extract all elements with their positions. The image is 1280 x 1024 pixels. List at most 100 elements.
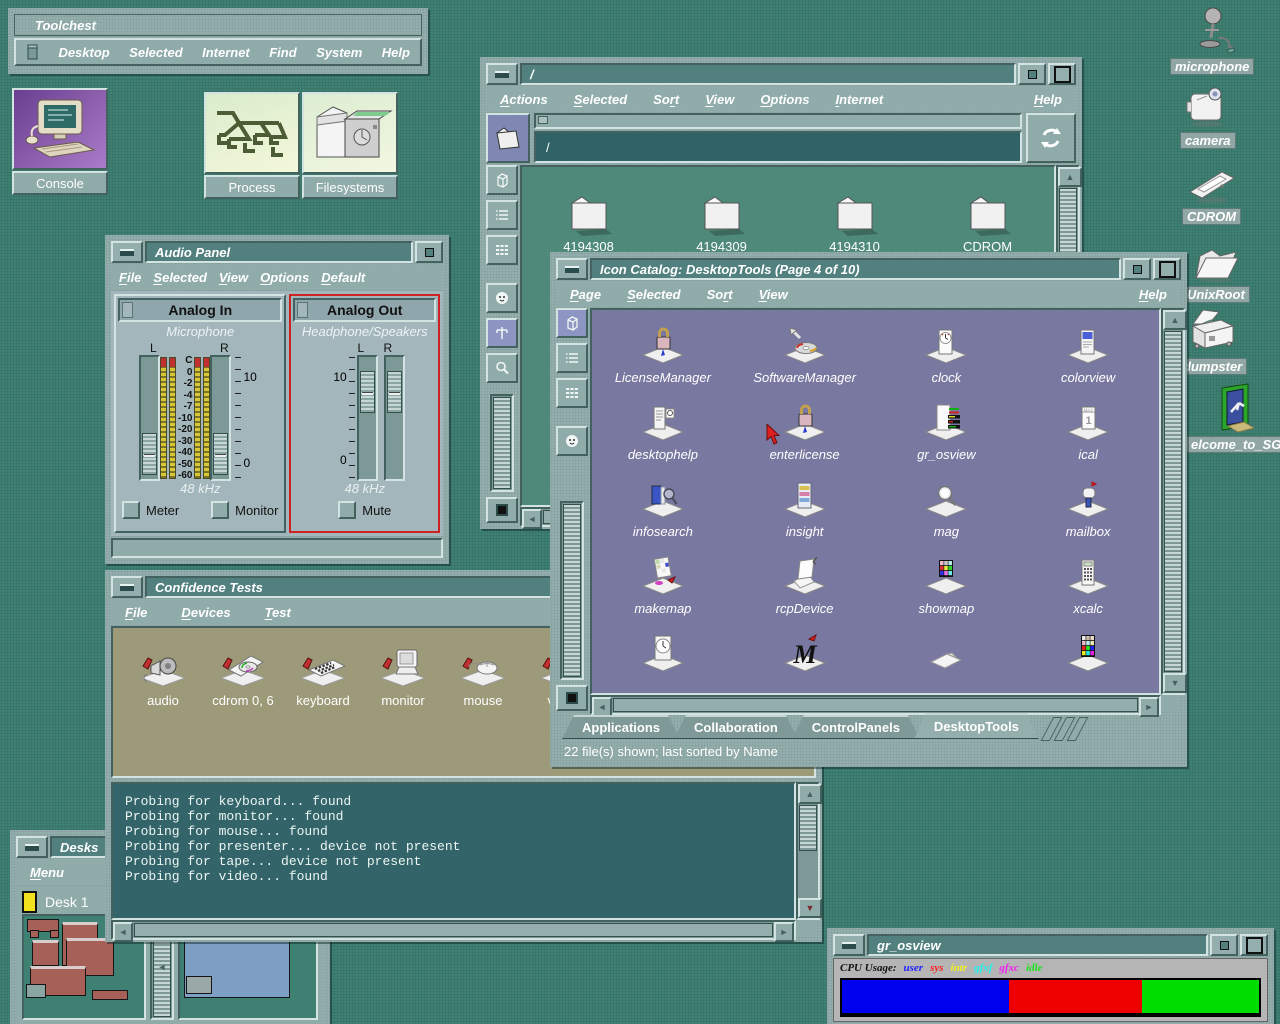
list-view-button[interactable] bbox=[556, 343, 588, 373]
analog-out-panel[interactable]: Analog Out Headphone/Speakers L R 10 0 bbox=[289, 294, 440, 533]
icon-catalog-horizontal-scrollbar[interactable]: ◄ ► bbox=[590, 695, 1161, 715]
icon-view-button[interactable] bbox=[556, 308, 588, 338]
menu-view[interactable]: View bbox=[219, 270, 248, 285]
camera-desktop-icon[interactable]: camera bbox=[1180, 82, 1236, 149]
scroll-up-button[interactable]: ▲ bbox=[798, 784, 822, 804]
catalog-icon-ical[interactable]: MAY1 ical bbox=[1017, 401, 1159, 478]
menu-file[interactable]: File bbox=[125, 605, 147, 620]
slider-thumb[interactable] bbox=[387, 371, 402, 413]
filesystems-desktop-icon[interactable]: Filesystems bbox=[302, 92, 398, 199]
menu-devices[interactable]: Devices bbox=[181, 605, 230, 620]
analog-out-right-slider[interactable] bbox=[384, 355, 405, 481]
analog-out-left-slider[interactable] bbox=[357, 355, 378, 481]
menu-find[interactable]: Find bbox=[269, 45, 296, 60]
mute-checkbox[interactable]: Mute bbox=[338, 501, 391, 519]
catalog-icon-xcalc[interactable]: xcalc bbox=[1017, 555, 1159, 632]
toolchest-titlebar[interactable]: Toolchest bbox=[14, 14, 422, 36]
window-menu-button[interactable] bbox=[111, 241, 143, 263]
menu-options[interactable]: Options bbox=[760, 92, 809, 107]
column-view-button[interactable] bbox=[556, 378, 588, 408]
welcome-to-sgi-desktop-icon[interactable]: elcome_to_SGI bbox=[1186, 382, 1280, 453]
menu-internet[interactable]: Internet bbox=[836, 92, 884, 107]
cdrom-desktop-icon[interactable]: CDROM bbox=[1182, 162, 1241, 225]
folder-up-button[interactable] bbox=[486, 113, 530, 163]
scroll-up-button[interactable]: ▲ bbox=[1163, 310, 1187, 330]
slider-thumb[interactable] bbox=[142, 433, 157, 475]
analog-in-panel[interactable]: Analog In Microphone L R C0 -2-4 -7-10 bbox=[114, 294, 286, 533]
gr-osview-titlebar[interactable]: gr_osview bbox=[833, 934, 1268, 956]
catalog-icon-insight[interactable]: insight bbox=[734, 478, 876, 555]
catalog-icon-rcpdevice[interactable]: rcpDevice bbox=[734, 555, 876, 632]
menu-system[interactable]: System bbox=[316, 45, 362, 60]
tab-applications[interactable]: Applications bbox=[562, 715, 680, 739]
path-bar-handle[interactable] bbox=[534, 113, 1022, 129]
catalog-icon-mag[interactable]: mag bbox=[876, 478, 1018, 555]
tab-desktoptools[interactable]: DesktopTools bbox=[914, 713, 1039, 739]
catalog-icon-clock[interactable]: clock bbox=[876, 324, 1018, 401]
analog-in-left-slider[interactable] bbox=[139, 355, 160, 481]
sidebar-scrollbar-thumb[interactable] bbox=[493, 397, 511, 489]
sidebar-scrollbar[interactable] bbox=[560, 501, 584, 680]
device-monitor[interactable]: monitor bbox=[363, 644, 443, 708]
scroll-up-button[interactable]: ▲ bbox=[1058, 167, 1082, 187]
scroll-thumb[interactable] bbox=[134, 923, 773, 937]
scroll-left-button[interactable]: ◄ bbox=[522, 509, 542, 529]
minimize-button[interactable] bbox=[1123, 258, 1151, 280]
thumbnail-view-button[interactable] bbox=[486, 283, 518, 313]
menu-selected[interactable]: Selected bbox=[129, 45, 182, 60]
scroll-down-button[interactable]: ▼ bbox=[798, 898, 822, 918]
maximize-button[interactable] bbox=[1240, 934, 1268, 956]
recycle-button[interactable] bbox=[1026, 113, 1076, 163]
folder-item[interactable]: 4194309 bbox=[667, 191, 777, 254]
slider-thumb[interactable] bbox=[213, 433, 228, 475]
icon-catalog-vertical-scrollbar[interactable]: ▲ ▼ bbox=[1161, 308, 1185, 695]
icon-catalog-titlebar[interactable]: Icon Catalog: DesktopTools (Page 4 of 10… bbox=[556, 258, 1181, 280]
catalog-icon-gr-osview[interactable]: gr_osview bbox=[876, 401, 1018, 478]
scroll-down-button[interactable]: ▼ bbox=[1163, 673, 1187, 693]
window-menu-button[interactable] bbox=[556, 258, 588, 280]
log-horizontal-scrollbar[interactable]: ◄ ► bbox=[111, 920, 796, 940]
console-desktop-icon[interactable]: Console bbox=[12, 88, 108, 195]
menu-selected[interactable]: Selected bbox=[153, 270, 206, 285]
scroll-thumb[interactable] bbox=[613, 698, 1138, 712]
minimize-button[interactable] bbox=[1018, 63, 1046, 85]
menu-help[interactable]: Help bbox=[382, 45, 410, 60]
search-button[interactable] bbox=[486, 353, 518, 383]
catalog-icon-colorview[interactable]: colorview bbox=[1017, 324, 1159, 401]
minimize-button[interactable] bbox=[415, 241, 443, 263]
minimize-button[interactable] bbox=[1210, 934, 1238, 956]
menu-sort[interactable]: Sort bbox=[653, 92, 679, 107]
catalog-icon-partial-4[interactable] bbox=[1017, 632, 1159, 695]
menu-help[interactable]: Help bbox=[1034, 92, 1062, 107]
menu-desktop[interactable]: Desktop bbox=[58, 45, 109, 60]
audio-panel-titlebar[interactable]: Audio Panel bbox=[111, 241, 443, 263]
window-menu-button[interactable] bbox=[833, 934, 865, 956]
menu-help[interactable]: Help bbox=[1139, 287, 1167, 302]
scroll-thumb[interactable] bbox=[799, 805, 817, 851]
tab-controlpanels[interactable]: ControlPanels bbox=[792, 715, 920, 739]
path-field[interactable]: / bbox=[534, 131, 1022, 163]
catalog-icon-licensemanager[interactable]: LicenseManager bbox=[592, 324, 734, 401]
menu-options[interactable]: Options bbox=[260, 270, 309, 285]
tree-view-button[interactable] bbox=[486, 318, 518, 348]
catalog-icon-partial-3[interactable] bbox=[876, 632, 1018, 695]
scroll-thumb[interactable] bbox=[1164, 331, 1182, 672]
icon-view-button[interactable] bbox=[486, 165, 518, 195]
list-view-button[interactable] bbox=[486, 200, 518, 230]
scroll-right-button[interactable]: ► bbox=[774, 922, 794, 942]
meter-checkbox[interactable]: Meter bbox=[122, 501, 179, 519]
catalog-icon-showmap[interactable]: showmap bbox=[876, 555, 1018, 632]
menu-sort[interactable]: Sort bbox=[707, 287, 733, 302]
maximize-button[interactable] bbox=[1153, 258, 1181, 280]
device-keyboard[interactable]: keyboard bbox=[283, 644, 363, 708]
menu-test[interactable]: Test bbox=[265, 605, 291, 620]
toolchest-jar-icon[interactable] bbox=[26, 44, 39, 60]
device-audio[interactable]: audio bbox=[123, 644, 203, 708]
folder-item[interactable]: CDROM bbox=[933, 191, 1043, 254]
device-mouse[interactable]: mouse bbox=[443, 644, 523, 708]
tab-collaboration[interactable]: Collaboration bbox=[674, 715, 798, 739]
menu-internet[interactable]: Internet bbox=[202, 45, 250, 60]
monitor-checkbox[interactable]: Monitor bbox=[211, 501, 278, 519]
catalog-icon-partial-1[interactable] bbox=[592, 632, 734, 695]
folder-item[interactable]: 4194308 bbox=[534, 191, 644, 254]
